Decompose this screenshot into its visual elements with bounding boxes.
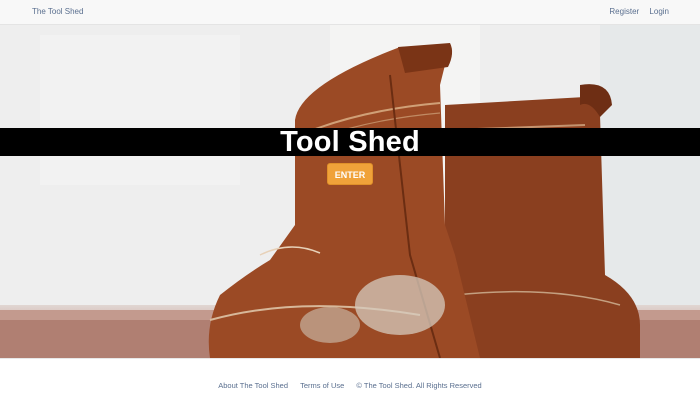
- terms-link[interactable]: Terms of Use: [300, 381, 344, 390]
- hero-banner: [0, 25, 700, 358]
- page-title: Tool Shed: [280, 126, 420, 158]
- register-link[interactable]: Register: [609, 7, 639, 16]
- nav-links: Register Login: [601, 7, 669, 16]
- about-link[interactable]: About The Tool Shed: [218, 381, 288, 390]
- brand-link[interactable]: The Tool Shed: [32, 7, 83, 16]
- top-navbar: The Tool Shed Register Login: [0, 0, 700, 25]
- boots-photo: [0, 25, 700, 358]
- enter-button[interactable]: ENTER: [327, 163, 373, 185]
- copyright-text: © The Tool Shed. All Rights Reserved: [356, 381, 482, 390]
- login-link[interactable]: Login: [649, 7, 669, 16]
- footer-links: About The Tool Shed Terms of Use © The T…: [0, 381, 700, 390]
- footer: About The Tool Shed Terms of Use © The T…: [0, 358, 700, 400]
